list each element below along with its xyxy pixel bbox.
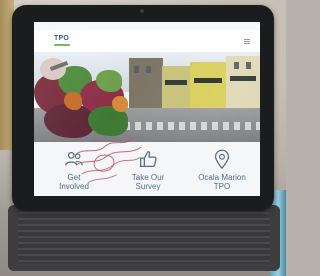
tile-label: Ocala Marion TPO: [198, 173, 246, 191]
awning: [194, 78, 222, 83]
menu-icon[interactable]: [244, 39, 250, 44]
crosswalk: [124, 122, 260, 130]
tablet-case-texture: [18, 212, 270, 264]
tile-ocala-marion-tpo[interactable]: Ocala Marion TPO: [192, 144, 252, 196]
plant-leaves: [112, 96, 128, 112]
awning: [165, 80, 187, 85]
tile-label: Get Involved: [59, 173, 89, 191]
building: [226, 56, 260, 110]
hero-image: [34, 52, 260, 142]
tile-label-line: Involved: [59, 182, 89, 191]
tile-get-involved[interactable]: Get Involved: [44, 144, 104, 196]
tile-label-line: Ocala Marion: [198, 173, 246, 182]
logo-swoosh: [54, 44, 70, 46]
window: [146, 66, 151, 73]
site-header: TPO: [34, 30, 260, 53]
tile-label-line: Survey: [135, 182, 161, 191]
window: [246, 62, 251, 69]
building: [190, 62, 226, 110]
building: [162, 66, 190, 110]
tile-label: Take Our Survey: [132, 173, 164, 191]
plant-leaves: [64, 92, 82, 110]
site-logo[interactable]: TPO: [54, 35, 69, 42]
tile-take-survey[interactable]: Take Our Survey: [118, 144, 178, 196]
status-bar: [34, 22, 260, 30]
tile-label-line: Take Our: [131, 173, 165, 182]
tablet-screen[interactable]: TPO Get Involved Take Our Survey Ocala M…: [34, 22, 260, 196]
tile-label-line: Get: [67, 173, 81, 182]
map-pin-icon: [214, 149, 230, 170]
awning: [230, 76, 256, 81]
plant-leaves: [96, 70, 122, 92]
tile-label-line: TPO: [213, 182, 231, 191]
window: [234, 62, 239, 69]
front-camera: [140, 9, 144, 13]
thumbs-up-icon: [140, 151, 157, 167]
window: [134, 66, 139, 73]
people-icon: [65, 151, 83, 166]
